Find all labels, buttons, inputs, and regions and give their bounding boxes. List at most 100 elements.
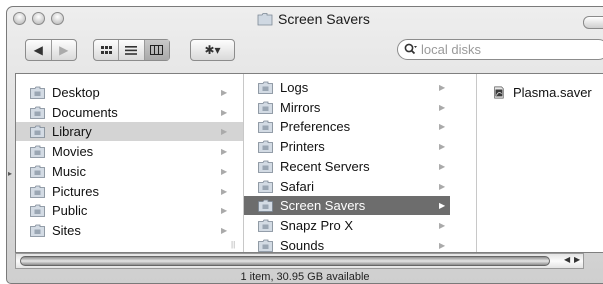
back-button[interactable]: ◀	[26, 40, 52, 60]
library-folder-item[interactable]: Mirrors ▶	[244, 98, 450, 117]
disclosure-arrow-icon: ▶	[221, 107, 228, 117]
view-switcher	[93, 39, 170, 61]
home-folder-item-label: Library	[52, 124, 92, 140]
home-folder-item[interactable]: Desktop ▶	[16, 83, 243, 102]
library-folder-item[interactable]: Safari ▶	[244, 177, 450, 196]
screen-saver-file-item[interactable]: Plasma.saver	[477, 83, 603, 102]
home-folder-item-label: Music	[52, 163, 86, 179]
music-icon	[30, 165, 45, 178]
title-bar[interactable]: Screen Savers	[7, 7, 603, 33]
column-home: || Desktop ▶ Documents ▶ Library ▶ Movies ▶ Musi…	[16, 74, 244, 252]
icon-view-button[interactable]	[94, 40, 120, 60]
column-resize-handle[interactable]: ||	[231, 240, 235, 249]
pictures-icon	[30, 185, 45, 198]
disclosure-arrow-icon: ▶	[221, 225, 228, 235]
library-folder-item-label: Safari	[280, 178, 314, 194]
action-menu-button[interactable]: ✱▾	[190, 39, 235, 61]
horizontal-scroll-thumb[interactable]	[20, 256, 550, 266]
toolbar: ◀ ▶ ✱▾ local disks	[7, 33, 603, 71]
home-folder-item-label: Documents	[52, 104, 118, 120]
back-arrow-icon: ◀	[33, 43, 43, 57]
home-folder-item-label: Sites	[52, 222, 81, 238]
documents-icon	[30, 106, 45, 119]
scroll-right-button[interactable]: ▶	[574, 255, 580, 264]
search-input[interactable]	[421, 42, 591, 57]
back-forward-control: ◀ ▶	[25, 39, 77, 61]
library-folder-item[interactable]: Logs ▶	[244, 78, 450, 97]
library-folder-item-label: Screen Savers	[280, 198, 366, 214]
home-folder-item[interactable]: Documents ▶	[16, 103, 243, 122]
library-folder-item[interactable]: Snapz Pro X ▶	[244, 216, 450, 235]
search-icon	[404, 43, 417, 55]
sites-icon	[30, 224, 45, 237]
minimize-button[interactable]	[32, 12, 45, 25]
disclosure-arrow-icon: ▶	[439, 240, 446, 250]
library-folder-item[interactable]: Printers ▶	[244, 137, 450, 156]
folder-icon	[258, 160, 273, 173]
home-folder-item-label: Public	[52, 203, 88, 219]
folder-icon	[258, 180, 273, 193]
zoom-button[interactable]	[51, 12, 64, 25]
column-view-icon	[150, 45, 164, 55]
disclosure-arrow-icon: ▶	[439, 201, 446, 211]
window-edge-marker: ▸	[8, 169, 13, 178]
horizontal-scrollbar[interactable]: ◀ ▶	[15, 253, 584, 269]
library-folder-item[interactable]: Sounds ▶	[244, 236, 450, 252]
icon-view-icon	[100, 45, 112, 54]
home-folder-item[interactable]: Movies ▶	[16, 142, 243, 161]
toolbar-toggle-button[interactable]	[583, 16, 603, 29]
library-folder-item[interactable]: Recent Servers ▶	[244, 157, 450, 176]
folder-icon	[258, 140, 273, 153]
public-icon	[30, 204, 45, 218]
home-folder-item-label: Pictures	[52, 183, 99, 199]
library-folder-item[interactable]: Screen Savers ▶	[244, 196, 450, 216]
library-icon	[30, 125, 45, 139]
list-view-button[interactable]	[119, 40, 145, 60]
column-screen-savers: Plasma.saver	[477, 74, 603, 252]
library-folder-item-label: Printers	[280, 139, 325, 155]
folder-icon	[257, 13, 273, 26]
library-folder-item-label: Sounds	[280, 237, 325, 252]
disclosure-arrow-icon: ▶	[439, 181, 446, 191]
gear-icon: ✱▾	[191, 40, 234, 60]
disclosure-arrow-icon: ▶	[439, 122, 446, 132]
home-folder-item[interactable]: Music ▶	[16, 162, 243, 181]
disclosure-arrow-icon: ▶	[221, 147, 228, 157]
library-folder-item-label: Logs	[280, 80, 309, 95]
home-folder-item[interactable]: Pictures ▶	[16, 182, 243, 201]
screen-saver-file-item-label: Plasma.saver	[513, 85, 592, 100]
folder-icon	[258, 219, 273, 232]
home-folder-item[interactable]: Library ▶	[16, 122, 243, 142]
search-field[interactable]	[397, 39, 603, 60]
disclosure-arrow-icon: ▶	[221, 88, 228, 97]
list-view-icon	[125, 45, 138, 55]
home-folder-item[interactable]: Public ▶	[16, 201, 243, 220]
disclosure-arrow-icon: ▶	[439, 161, 446, 171]
library-folder-item[interactable]: Preferences ▶	[244, 117, 450, 136]
disclosure-arrow-icon: ▶	[439, 102, 446, 112]
status-bar: 1 item, 30.95 GB available	[240, 271, 370, 283]
library-folder-item-label: Preferences	[280, 119, 351, 135]
forward-arrow-icon: ▶	[59, 43, 69, 57]
disclosure-arrow-icon: ▶	[221, 186, 228, 196]
folder-icon	[258, 239, 273, 252]
disclosure-arrow-icon: ▶	[221, 206, 228, 216]
disclosure-arrow-icon: ▶	[221, 127, 228, 137]
close-button[interactable]	[13, 12, 26, 25]
disclosure-arrow-icon: ▶	[439, 83, 446, 92]
home-folder-item-label: Movies	[52, 144, 94, 160]
saver-file-icon	[494, 86, 504, 99]
folder-icon	[258, 199, 273, 213]
movies-icon	[30, 145, 45, 158]
disclosure-arrow-icon: ▶	[221, 166, 228, 176]
column-library: ▲ ▼ Logs▶Mirrors▶Preferences▶Printers▶Re…	[244, 74, 477, 252]
home-folder-item[interactable]: Sites ▶	[16, 221, 243, 240]
finder-window: Screen Savers ◀ ▶ ✱▾ local disks || Desk…	[6, 6, 603, 284]
scroll-left-button[interactable]: ◀	[564, 255, 570, 264]
forward-button[interactable]: ▶	[52, 40, 77, 60]
column-view-button[interactable]	[144, 40, 169, 60]
library-folder-item-label: Snapz Pro X	[280, 217, 353, 233]
window-title-text: Screen Savers	[278, 11, 370, 27]
disclosure-arrow-icon: ▶	[439, 142, 446, 152]
folder-icon	[258, 101, 273, 114]
